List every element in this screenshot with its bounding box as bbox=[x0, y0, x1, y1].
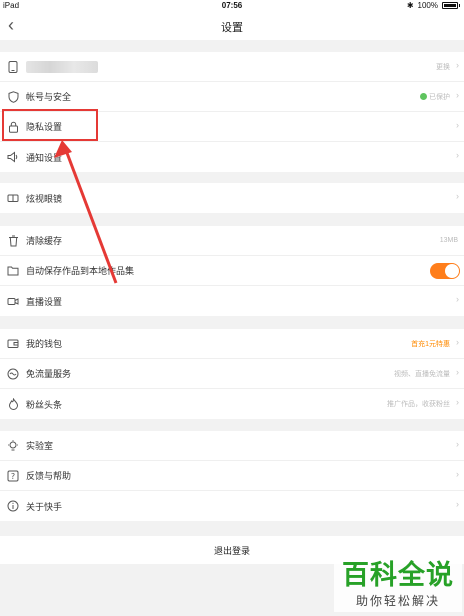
watermark-logo: 百科全说 助你轻松解决 bbox=[334, 550, 462, 612]
annotation-arrow bbox=[54, 140, 118, 284]
watermark-title: 百科全说 bbox=[342, 560, 454, 590]
watermark-subtitle: 助你轻松解决 bbox=[355, 594, 440, 608]
